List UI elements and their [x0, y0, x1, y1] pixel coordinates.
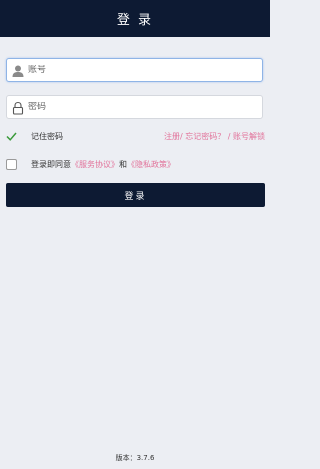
password-field[interactable] [6, 95, 263, 119]
page-title: 登 录 [116, 13, 154, 28]
link-separator: / [227, 131, 231, 141]
agreement-checkbox[interactable] [6, 158, 17, 170]
app-header: 登 录 [0, 0, 270, 37]
privacy-policy-link[interactable]: 《隐私政策》 [127, 160, 175, 169]
service-agreement-link[interactable]: 《服务协议》 [71, 160, 119, 169]
version-label: 版本：3.7.6 [115, 454, 155, 462]
login-button[interactable]: 登录 [6, 183, 265, 207]
lock-icon [11, 100, 25, 115]
forgot-password-link[interactable]: 忘记密码？ [185, 132, 225, 141]
agreement-text: 登录即同意《服务协议》和《隐私政策》 [31, 159, 175, 170]
account-links: 注册/ 忘记密码？ / 账号解锁 [164, 131, 265, 142]
remember-label: 记住密码 [31, 131, 63, 141]
unlock-account-link[interactable]: 账号解锁 [233, 132, 265, 141]
account-field[interactable] [6, 58, 263, 82]
user-icon [11, 63, 25, 77]
agreement-prefix: 登录即同意 [31, 159, 71, 169]
password-input[interactable] [28, 102, 248, 112]
register-link[interactable]: 注册/ [164, 132, 183, 141]
remember-checkbox[interactable] [6, 131, 17, 142]
agreement-row: 登录即同意《服务协议》和《隐私政策》 [6, 156, 266, 172]
account-input[interactable] [28, 65, 248, 75]
agreement-and: 和 [119, 159, 127, 169]
checkmark-icon [6, 132, 17, 141]
remember-row: 记住密码 注册/ 忘记密码？ / 账号解锁 [6, 128, 266, 144]
